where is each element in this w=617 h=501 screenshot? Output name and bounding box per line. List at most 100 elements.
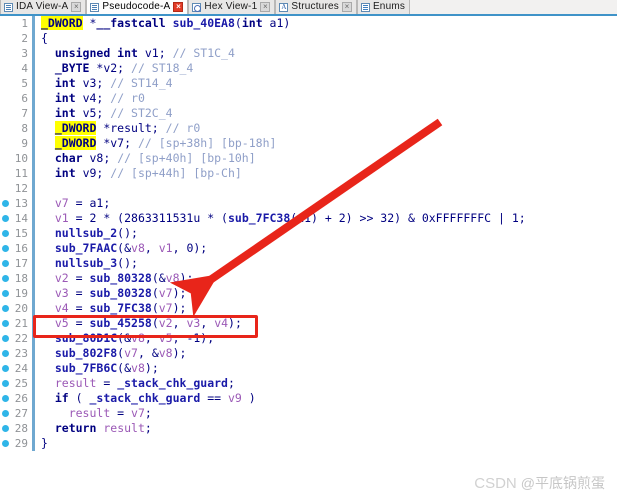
breakpoint-dot-icon[interactable]	[2, 335, 9, 342]
code-line[interactable]: 4 _BYTE *v2; // ST18_4	[0, 61, 617, 76]
code-text: v7 = a1;	[54, 196, 111, 210]
code-text: _DWORD *v7; // [sp+38h] [bp-18h]	[54, 136, 277, 150]
breakpoint-dot-icon[interactable]	[2, 215, 9, 222]
code-text: sub_7FAAC(&v8, v1, 0);	[54, 241, 208, 255]
code-line[interactable]: 22 sub_80D1C(&v8, v5, -1);	[0, 331, 617, 346]
code-text: v4 = sub_7FC38(v7);	[54, 301, 187, 315]
tab-structures[interactable]: Structures×	[275, 0, 357, 14]
code-line[interactable]: 21 v5 = sub_45258(v2, v3, v4);	[0, 316, 617, 331]
code-text: v5 = sub_45258(v2, v3, v4);	[54, 316, 242, 330]
code-line[interactable]: 28 return result;	[0, 421, 617, 436]
code-text: sub_802F8(v7, &v8);	[54, 346, 187, 360]
code-line[interactable]: 18 v2 = sub_80328(&v8);	[0, 271, 617, 286]
code-text: sub_80D1C(&v8, v5, -1);	[54, 331, 215, 345]
pseudocode-pane[interactable]: 1 _DWORD *__fastcall sub_40EA8(int a1) 2{3…	[0, 16, 617, 501]
line-number: 2	[21, 32, 28, 45]
breakpoint-dot-icon[interactable]	[2, 365, 9, 372]
line-number: 11	[14, 167, 28, 180]
close-icon[interactable]: ×	[71, 2, 82, 12]
code-text: nullsub_2();	[54, 226, 138, 240]
code-line[interactable]: 2{	[0, 31, 617, 46]
code-text: unsigned int v1; // ST1C_4	[54, 46, 235, 60]
circle-icon	[192, 2, 202, 12]
code-line[interactable]: 11 int v9; // [sp+44h] [bp-Ch]	[0, 166, 617, 181]
list-icon	[360, 2, 370, 12]
code-text: _BYTE *v2; // ST18_4	[54, 61, 194, 75]
code-line[interactable]: 25 result = _stack_chk_guard;	[0, 376, 617, 391]
code-line[interactable]: 17 nullsub_3();	[0, 256, 617, 271]
code-text: {	[41, 31, 48, 45]
code-line[interactable]: 6 int v4; // r0	[0, 91, 617, 106]
breakpoint-dot-icon[interactable]	[2, 230, 9, 237]
code-line[interactable]: 10 char v8; // [sp+40h] [bp-10h]	[0, 151, 617, 166]
breakpoint-dot-icon[interactable]	[2, 425, 9, 432]
code-line[interactable]: 9 _DWORD *v7; // [sp+38h] [bp-18h]	[0, 136, 617, 151]
code-text: result = v7;	[68, 406, 152, 420]
tab-label: IDA View-A	[16, 1, 69, 12]
breakpoint-dot-icon[interactable]	[2, 410, 9, 417]
code-text: v3 = sub_80328(v7);	[54, 286, 187, 300]
code-line[interactable]: 15 nullsub_2();	[0, 226, 617, 241]
watermark-brand: CSDN	[474, 474, 517, 492]
breakpoint-dot-icon[interactable]	[2, 200, 9, 207]
breakpoint-dot-icon[interactable]	[2, 320, 9, 327]
code-line[interactable]: 5 int v3; // ST14_4	[0, 76, 617, 91]
code-line[interactable]: 16 sub_7FAAC(&v8, v1, 0);	[0, 241, 617, 256]
code-line[interactable]: 8 _DWORD *result; // r0	[0, 121, 617, 136]
tab-pseudocode-a[interactable]: Pseudocode-A ×	[86, 0, 189, 14]
tab-ida-view-a[interactable]: IDA View-A ×	[0, 0, 87, 14]
line-number: 4	[21, 62, 28, 75]
code-line[interactable]: 23 sub_802F8(v7, &v8);	[0, 346, 617, 361]
close-icon[interactable]: ×	[260, 2, 271, 12]
code-text: char v8; // [sp+40h] [bp-10h]	[54, 151, 256, 165]
code-text: v2 = sub_80328(&v8);	[54, 271, 194, 285]
code-line[interactable]: 12	[0, 181, 617, 196]
line-number: 3	[21, 47, 28, 60]
line-number: 5	[21, 77, 28, 90]
code-line[interactable]: 20 v4 = sub_7FC38(v7);	[0, 301, 617, 316]
code-text: return result;	[54, 421, 152, 435]
breakpoint-dot-icon[interactable]	[2, 440, 9, 447]
code-line[interactable]: 7 int v5; // ST2C_4	[0, 106, 617, 121]
code-line[interactable]: 26 if ( _stack_chk_guard == v9 )	[0, 391, 617, 406]
code-line[interactable]: 1 _DWORD *__fastcall sub_40EA8(int a1)	[0, 16, 617, 31]
breakpoint-dot-icon[interactable]	[2, 395, 9, 402]
code-text: nullsub_3();	[54, 256, 138, 270]
code-text: _DWORD *result; // r0	[54, 121, 201, 135]
tab-label: Pseudocode-A	[102, 1, 171, 12]
tab-enums[interactable]: Enums	[356, 0, 411, 14]
tab-hex-view-1[interactable]: Hex View-1 ×	[188, 0, 276, 14]
code-text: int v4; // r0	[54, 91, 145, 105]
code-line[interactable]: 27 result = v7;	[0, 406, 617, 421]
code-text: int v3; // ST14_4	[54, 76, 173, 90]
line-number: 1	[21, 17, 28, 30]
breakpoint-dot-icon[interactable]	[2, 350, 9, 357]
gutter-bar	[32, 181, 35, 196]
breakpoint-dot-icon[interactable]	[2, 260, 9, 267]
code-line[interactable]: 3 unsigned int v1; // ST1C_4	[0, 46, 617, 61]
code-line[interactable]: 24 sub_7FB6C(&v8);	[0, 361, 617, 376]
code-line[interactable]: 13 v7 = a1;	[0, 196, 617, 211]
code-text: int v5; // ST2C_4	[54, 106, 173, 120]
line-number: 6	[21, 92, 28, 105]
breakpoint-dot-icon[interactable]	[2, 245, 9, 252]
watermark-handle: @平底锅煎蛋	[520, 475, 605, 491]
code-line[interactable]: 29}	[0, 436, 617, 451]
breakpoint-dot-icon[interactable]	[2, 290, 9, 297]
code-line[interactable]: 14 v1 = 2 * (2863311531u * (sub_7FC38(a1…	[0, 211, 617, 226]
code-text: _DWORD *__fastcall sub_40EA8(int a1)	[41, 16, 291, 30]
code-text: int v9; // [sp+44h] [bp-Ch]	[54, 166, 242, 180]
breakpoint-dot-icon[interactable]	[2, 380, 9, 387]
breakpoint-dot-icon[interactable]	[2, 305, 9, 312]
close-icon[interactable]: ×	[341, 2, 352, 12]
code-text: }	[41, 436, 48, 450]
breakpoint-dot-icon[interactable]	[2, 275, 9, 282]
line-number: 10	[14, 152, 28, 165]
letter-a-icon	[279, 2, 289, 12]
close-icon[interactable]: ×	[173, 2, 184, 12]
code-line[interactable]: 19 v3 = sub_80328(v7);	[0, 286, 617, 301]
line-number: 8	[21, 122, 28, 135]
line-number: 9	[21, 137, 28, 150]
line-number: 12	[14, 182, 28, 195]
document-icon	[4, 2, 13, 12]
